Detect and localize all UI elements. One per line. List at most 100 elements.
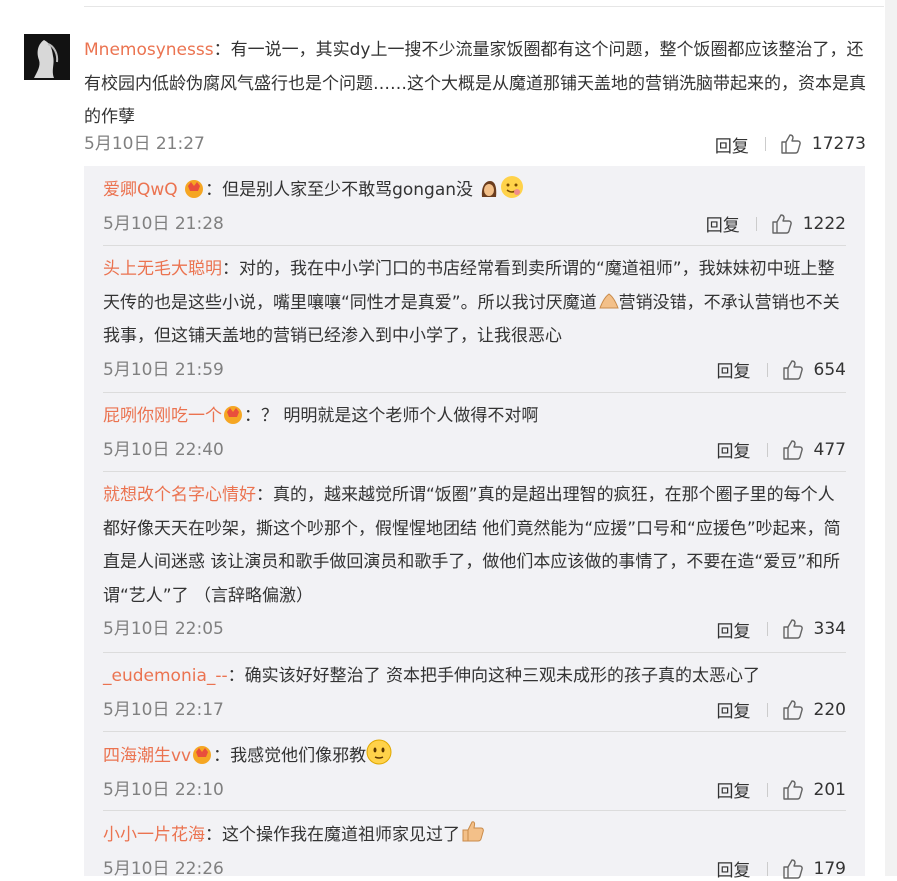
action-separator xyxy=(766,702,768,717)
divider xyxy=(103,392,846,393)
reply-button[interactable]: 回复 xyxy=(706,211,740,236)
reply-button[interactable]: 回复 xyxy=(715,132,749,157)
reply-body: ：确实该好好整治了 资本把手伸向这种三观未成形的孩子真的太恶心了 xyxy=(227,666,761,686)
reply-username[interactable]: 小小一片花海 xyxy=(103,825,205,845)
thumbs-up-icon[interactable] xyxy=(782,699,804,721)
reply-body: ：我感觉他们像邪教 xyxy=(213,746,367,766)
reply-username[interactable]: 就想改个名字心情好 xyxy=(103,485,256,505)
action-separator xyxy=(766,362,768,377)
reply-actions: 回复 201 xyxy=(717,777,846,803)
reply-footer: 5月10日 22:10 回复 201 xyxy=(103,777,846,803)
reply-actions: 回复 220 xyxy=(717,697,846,723)
reply-text: 爱卿QwQ ：但是别人家至少不敢骂gongan没 xyxy=(103,174,846,208)
reply-body: ：？ 明明就是这个老师个人做得不对啊 xyxy=(244,406,539,426)
reply-text: 就想改个名字心情好：真的，越来越觉所谓“饭圈”真的是超出理智的疯狂，在那个圈子里… xyxy=(103,479,846,613)
reply-time: 5月10日 22:17 xyxy=(103,699,224,720)
reply-text: _eudemonia_--：确实该好好整治了 资本把手伸向这种三观未成形的孩子真… xyxy=(103,660,846,694)
vip-crown-icon xyxy=(191,743,213,765)
thumbs-up-icon[interactable] xyxy=(780,133,802,155)
reply-footer: 5月10日 22:17 回复 220 xyxy=(103,697,846,723)
reply-button[interactable]: 回复 xyxy=(717,856,751,881)
action-separator xyxy=(766,442,768,457)
scrollbar-track[interactable] xyxy=(885,0,897,876)
comment-footer: 5月10日 21:27 回复 17273 xyxy=(84,132,866,157)
like-count: 1222 xyxy=(802,213,846,234)
reply-time: 5月10日 22:05 xyxy=(103,619,224,639)
reply-username[interactable]: _eudemonia_-- xyxy=(103,666,228,686)
divider xyxy=(103,471,846,472)
reply-username[interactable]: 爱卿QwQ xyxy=(103,180,178,200)
reply-text: 头上无毛大聪明：对的，我在中小学门口的书店经常看到卖所谓的“魔道祖师”，我妹妹初… xyxy=(103,253,846,354)
reply-item: 小小一片花海：这个操作我在魔道祖师家见过了 5月10日 22:26 回复 179 xyxy=(103,818,846,881)
reply-username[interactable]: 屁咧你刚吃一个 xyxy=(103,406,222,426)
reply-item: 四海潮生vv ：我感觉他们像邪教 5月10日 22:10 回复 201 xyxy=(103,739,846,802)
emoji-icon xyxy=(597,290,619,312)
action-separator xyxy=(766,622,768,636)
reply-item: 就想改个名字心情好：真的，越来越觉所谓“饭圈”真的是超出理智的疯狂，在那个圈子里… xyxy=(103,479,846,642)
reply-button[interactable]: 回复 xyxy=(717,777,751,802)
divider xyxy=(103,810,846,811)
reply-actions: 回复 334 xyxy=(717,617,846,642)
divider xyxy=(103,245,846,246)
comment-actions: 回复 17273 xyxy=(715,132,866,157)
action-separator xyxy=(766,861,768,876)
emoji-icon xyxy=(366,739,392,765)
reply-button[interactable]: 回复 xyxy=(717,617,751,642)
divider xyxy=(103,731,846,732)
reply-footer: 5月10日 22:40 回复 477 xyxy=(103,437,846,463)
emoji-icon xyxy=(478,177,500,199)
reply-actions: 回复 1222 xyxy=(706,211,846,237)
reply-username[interactable]: 四海潮生vv xyxy=(103,746,191,766)
comment-username[interactable]: Mnemosynesss xyxy=(84,40,214,60)
reply-time: 5月10日 22:10 xyxy=(103,779,224,800)
comment-text: Mnemosynesss：有一说一，其实dy上一搜不少流量家饭圈都有这个问题，整… xyxy=(84,34,866,135)
vip-crown-icon xyxy=(222,403,244,425)
reply-footer: 5月10日 22:05 回复 334 xyxy=(103,617,846,642)
thumbs-up-icon[interactable] xyxy=(782,779,804,801)
action-separator xyxy=(764,137,766,151)
reply-button[interactable]: 回复 xyxy=(717,697,751,722)
reply-item: 爱卿QwQ ：但是别人家至少不敢骂gongan没 5月10日 21:28 回复 … xyxy=(103,174,846,236)
comment-time: 5月10日 21:27 xyxy=(84,134,205,154)
reply-body: ：但是别人家至少不敢骂gongan没 xyxy=(205,180,474,200)
reply-username[interactable]: 头上无毛大聪明 xyxy=(103,259,222,279)
thumbs-up-icon[interactable] xyxy=(782,359,804,381)
reply-time: 5月10日 22:40 xyxy=(103,439,224,460)
reply-footer: 5月10日 21:59 回复 654 xyxy=(103,357,846,383)
reply-footer: 5月10日 22:26 回复 179 xyxy=(103,857,846,881)
thumbs-up-icon[interactable] xyxy=(782,618,804,640)
like-count: 654 xyxy=(813,359,846,380)
reply-actions: 回复 477 xyxy=(717,437,846,463)
reply-button[interactable]: 回复 xyxy=(717,357,751,382)
reply-item: 头上无毛大聪明：对的，我在中小学门口的书店经常看到卖所谓的“魔道祖师”，我妹妹初… xyxy=(103,253,846,382)
like-count: 334 xyxy=(813,619,846,639)
action-separator xyxy=(766,782,768,797)
reply-button[interactable]: 回复 xyxy=(717,437,751,462)
thumbs-up-icon[interactable] xyxy=(782,858,804,880)
divider xyxy=(103,652,846,653)
like-count: 220 xyxy=(813,699,846,720)
reply-text: 屁咧你刚吃一个 ：？ 明明就是这个老师个人做得不对啊 xyxy=(103,400,846,434)
top-divider xyxy=(84,6,884,7)
reply-item: 屁咧你刚吃一个 ：？ 明明就是这个老师个人做得不对啊 5月10日 22:40 回复… xyxy=(103,400,846,462)
like-count: 17273 xyxy=(811,134,866,154)
vip-crown-icon xyxy=(183,177,205,199)
reply-time: 5月10日 21:28 xyxy=(103,213,224,234)
emoji-icon xyxy=(460,818,484,842)
action-separator xyxy=(755,216,757,231)
reply-body: ：这个操作我在魔道祖师家见过了 xyxy=(205,825,460,845)
reply-actions: 回复 654 xyxy=(717,357,846,383)
emoji-icon xyxy=(500,175,524,198)
thumbs-up-icon[interactable] xyxy=(782,439,804,461)
thumbs-up-icon[interactable] xyxy=(771,213,793,235)
avatar[interactable] xyxy=(24,34,70,80)
like-count: 201 xyxy=(813,779,846,800)
reply-text: 四海潮生vv ：我感觉他们像邪教 xyxy=(103,739,846,774)
reply-footer: 5月10日 21:28 回复 1222 xyxy=(103,211,846,237)
reply-time: 5月10日 21:59 xyxy=(103,359,224,380)
avatar-image xyxy=(24,34,70,80)
reply-actions: 回复 179 xyxy=(717,857,846,881)
reply-item: _eudemonia_--：确实该好好整治了 资本把手伸向这种三观未成形的孩子真… xyxy=(103,660,846,722)
like-count: 477 xyxy=(813,439,846,460)
reply-text: 小小一片花海：这个操作我在魔道祖师家见过了 xyxy=(103,818,846,853)
